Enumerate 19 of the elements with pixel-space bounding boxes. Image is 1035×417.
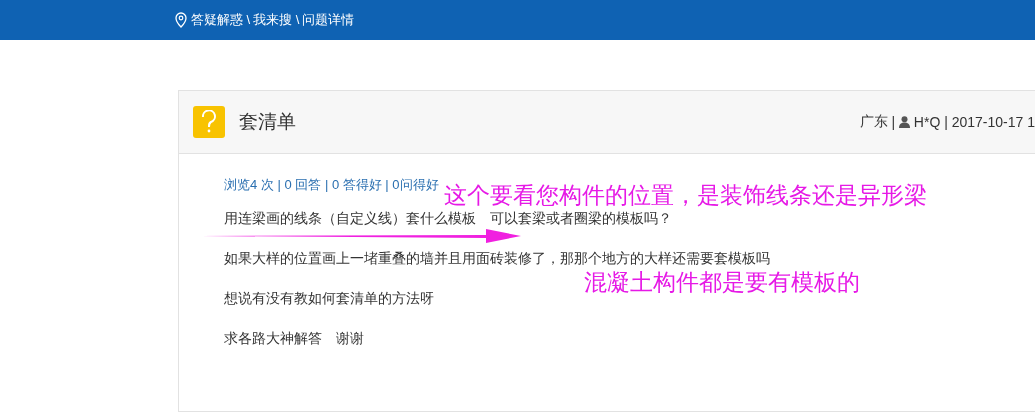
question-stats: 浏览4 次 | 0 回答 | 0 答得好 | 0问得好 — [224, 176, 440, 194]
meta-divider: | — [943, 114, 949, 130]
author-name: H*Q — [912, 114, 941, 130]
breadcrumb-item[interactable]: 问题详情 — [302, 11, 355, 29]
question-paragraph: 求各路大神解答 谢谢 — [224, 330, 365, 348]
question-paragraph: 用连梁画的线条（自定义线）套什么模板 可以套梁或者圈梁的模板吗？ — [224, 210, 673, 228]
location-pin-icon — [174, 12, 188, 28]
question-paragraph: 想说有没有教如何套清单的方法呀 — [224, 290, 435, 308]
annotation-text: 混凝土构件都是要有模板的 — [584, 268, 860, 297]
question-title: 套清单 — [239, 110, 297, 134]
region-text: 广东 — [859, 113, 888, 131]
question-paragraph: 如果大样的位置画上一堵重叠的墙并且用面砖装修了，那那个地方的大样还需要套模板吗 — [224, 250, 771, 268]
user-icon — [898, 116, 910, 128]
breadcrumb-item[interactable]: 答疑解惑 \ — [191, 11, 251, 29]
annotation-text: 这个要看您构件的位置，是装饰线条还是异形梁 — [444, 181, 927, 210]
post-date: 2017-10-17 1 — [951, 114, 1035, 130]
meta-divider: | — [890, 114, 897, 130]
breadcrumb-item[interactable]: 我来搜 \ — [253, 11, 300, 29]
question-mark-icon — [193, 106, 225, 138]
